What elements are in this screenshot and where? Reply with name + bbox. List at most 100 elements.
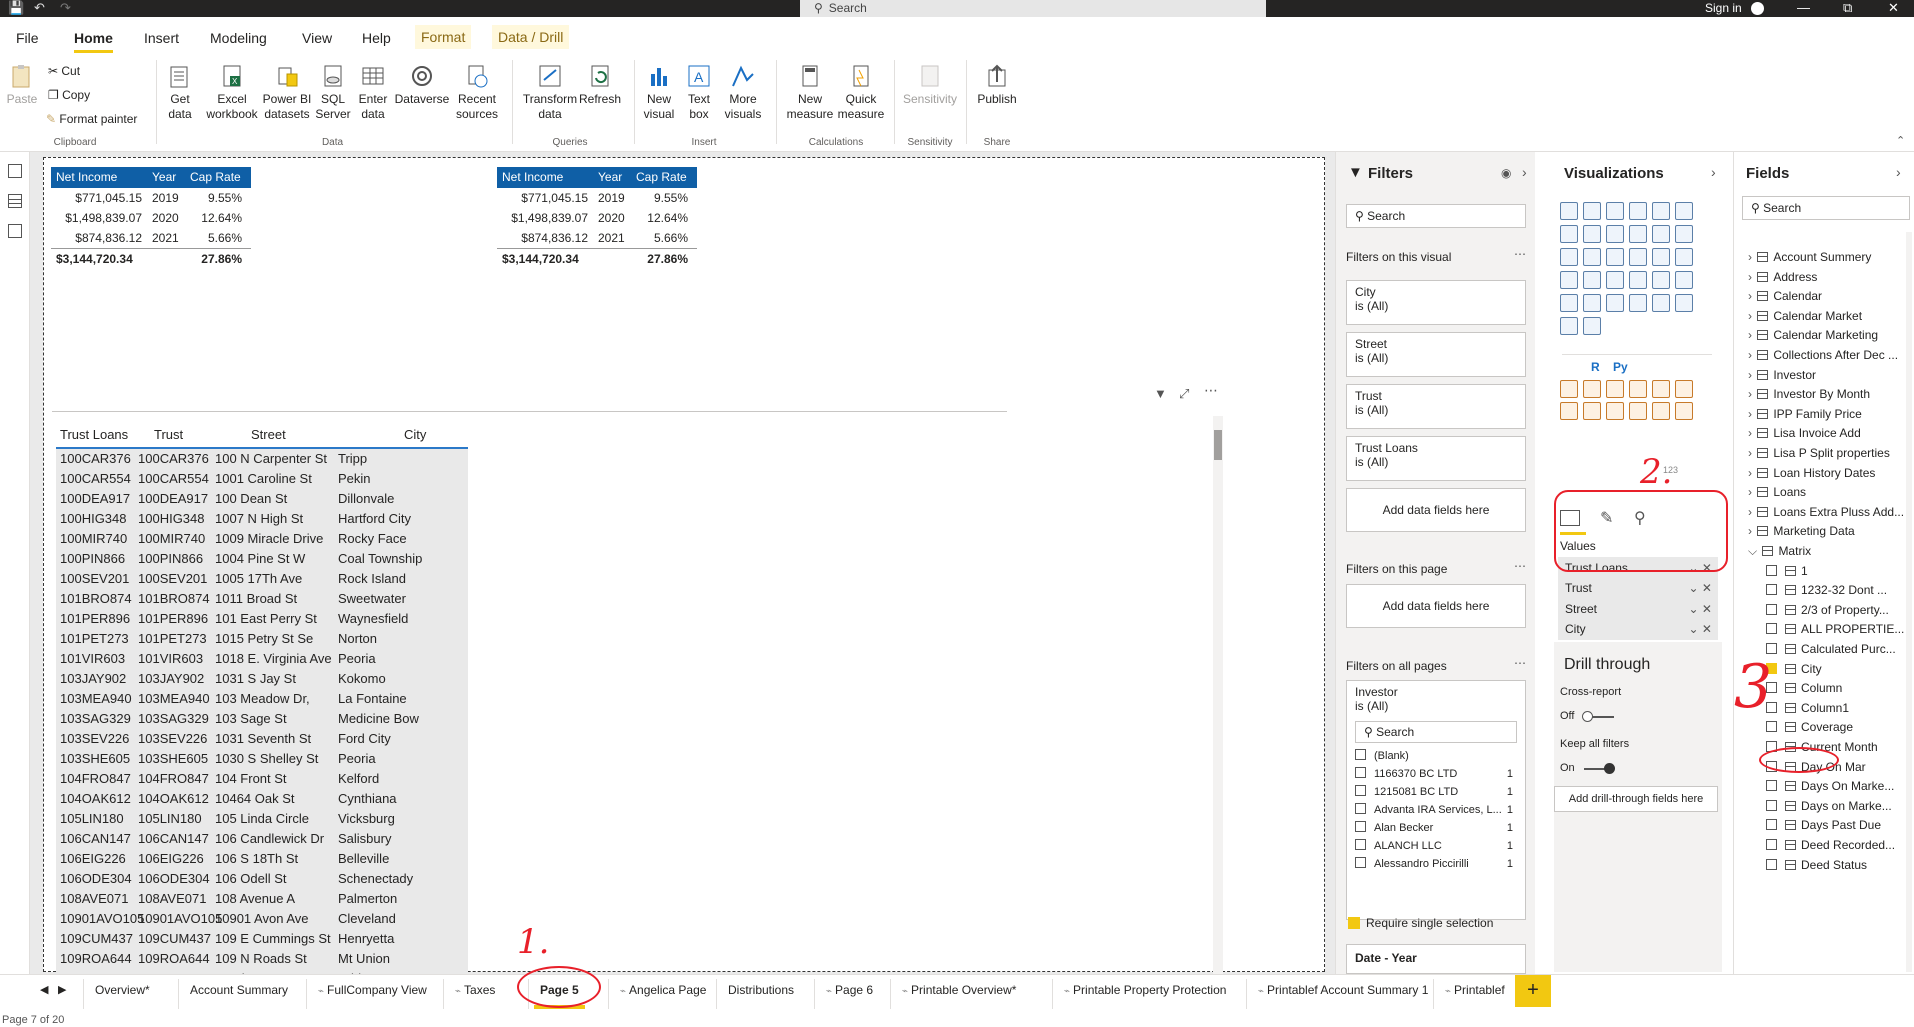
table-row[interactable]: 100PIN866 100PIN866 1004 Pine St W Coal Tow… — [56, 549, 468, 569]
recent-sources-button[interactable]: Recent sources — [452, 62, 502, 122]
table-row[interactable]: 103MEA940 103MEA940 103 Meadow Dr, La Fonta… — [56, 689, 468, 709]
field-table-item[interactable]: › Lisa Invoice Add — [1748, 426, 1861, 440]
table-row[interactable]: 104FRO847 104FRO847 104 Front St Kelford — [56, 769, 468, 789]
filter-card-trust[interactable]: Trust is (All) — [1346, 384, 1526, 429]
col-year[interactable]: Year — [147, 167, 185, 188]
table-row[interactable]: 108AVE071 108AVE071 108 Avenue A Palmerton — [56, 889, 468, 909]
field-table-item[interactable]: › Calendar Market — [1748, 309, 1862, 323]
more-icon[interactable]: ⋯ — [1514, 247, 1526, 261]
copy-button[interactable]: ❐ Copy — [48, 88, 90, 102]
expand-chevron-icon[interactable]: › — [1748, 407, 1755, 421]
collapse-viz-icon[interactable]: › — [1711, 164, 1716, 180]
field-checkbox[interactable] — [1766, 858, 1777, 870]
field-checkbox[interactable] — [1766, 780, 1777, 792]
paste-button[interactable]: Paste — [6, 62, 38, 107]
expand-chevron-icon[interactable]: › — [1748, 387, 1755, 401]
collapse-fields-icon[interactable]: › — [1896, 164, 1901, 180]
add-drill-through-field[interactable]: Add drill-through fields here — [1554, 786, 1718, 812]
visual-type-icon[interactable] — [1675, 202, 1693, 220]
tab-home[interactable]: Home — [74, 30, 113, 53]
custom-visual-icon[interactable] — [1652, 402, 1670, 420]
col-net-income[interactable]: Net Income — [497, 167, 593, 188]
visual-type-icon[interactable] — [1560, 202, 1578, 220]
visual-type-icon[interactable] — [1652, 248, 1670, 266]
table-row[interactable]: 104OAK612 104OAK612 10464 Oak St Cynthiana — [56, 789, 468, 809]
undo-icon[interactable]: ↶ — [34, 0, 45, 16]
visual-type-icon[interactable] — [1652, 225, 1670, 243]
minimize-icon[interactable]: — — [1797, 0, 1810, 15]
avatar[interactable] — [1751, 2, 1764, 15]
investor-checkbox[interactable] — [1355, 839, 1366, 850]
col-header-trust-loans[interactable]: Trust Loans — [60, 427, 128, 442]
page-tab[interactable]: ⌁ Angelica Page — [620, 983, 706, 997]
remove-icon[interactable]: ⌄ ✕ — [1689, 618, 1712, 640]
custom-visual-icon[interactable] — [1583, 380, 1601, 398]
table-row[interactable]: 103SHE605 103SHE605 1030 S Shelley St Peori… — [56, 749, 468, 769]
eye-icon[interactable]: ◉ — [1501, 166, 1511, 180]
col-cap-rate[interactable]: Cap Rate — [185, 167, 247, 188]
col-cap-rate[interactable]: Cap Rate — [631, 167, 693, 188]
custom-visual-icon[interactable] — [1629, 402, 1647, 420]
visual-type-icon[interactable] — [1675, 294, 1693, 312]
enter-data-button[interactable]: Enter data — [354, 62, 392, 122]
tab-help[interactable]: Help — [362, 30, 391, 46]
field-checkbox[interactable] — [1766, 721, 1777, 733]
investor-list-item[interactable]: (Blank) — [1355, 747, 1517, 765]
col-header-city[interactable]: City — [404, 427, 426, 442]
expand-chevron-icon[interactable]: › — [1748, 250, 1755, 264]
well-trust[interactable]: Trust ⌄ ✕ — [1558, 577, 1718, 599]
expand-chevron-icon[interactable]: › — [1748, 426, 1755, 440]
sign-in-link[interactable]: Sign in — [1705, 1, 1742, 15]
table-row[interactable]: 103SEV226 103SEV226 1031 Seventh St Ford Ci… — [56, 729, 468, 749]
table-row[interactable]: 100CAR376 100CAR376 100 N Carpenter St Trip… — [56, 449, 468, 469]
field-checkbox[interactable] — [1766, 564, 1777, 576]
custom-visual-icon[interactable] — [1606, 402, 1624, 420]
title-search-box[interactable]: ⚲ Search — [800, 0, 1266, 17]
visual-type-icon[interactable] — [1560, 317, 1578, 335]
field-table-item[interactable]: › Calendar Marketing — [1748, 328, 1878, 342]
field-table-item[interactable]: › Collections After Dec ... — [1748, 348, 1898, 362]
custom-visual-icon[interactable] — [1675, 380, 1693, 398]
field-item[interactable]: City — [1766, 662, 1822, 676]
visual-type-icon[interactable] — [1629, 294, 1647, 312]
expand-chevron-icon[interactable]: ⌵ — [1748, 544, 1760, 558]
col-year[interactable]: Year — [593, 167, 631, 188]
field-item[interactable]: 1 — [1766, 564, 1808, 578]
expand-chevron-icon[interactable]: › — [1748, 505, 1755, 519]
field-item[interactable]: Days On Marke... — [1766, 779, 1894, 793]
table-row[interactable]: 10901AVO105 10901AVO105 10901 Avon Ave Clev… — [56, 909, 468, 929]
filter-card-trust-loans[interactable]: Trust Loans is (All) — [1346, 436, 1526, 481]
investor-list-item[interactable]: Alessandro Piccirilli 1 — [1355, 855, 1517, 873]
table-row[interactable]: 106ODE304 106ODE304 106 Odell St Schenectad… — [56, 869, 468, 889]
visual-type-icon[interactable] — [1583, 317, 1601, 335]
table-row[interactable]: 109CUM437 109CUM437 109 E Cummings St Henry… — [56, 929, 468, 949]
field-item[interactable]: Days on Marke... — [1766, 799, 1892, 813]
filters-search[interactable]: ⚲ Search — [1346, 204, 1526, 228]
investor-list-item[interactable]: Alan Becker 1 — [1355, 819, 1517, 837]
field-item[interactable]: 2/3 of Property... — [1766, 603, 1889, 617]
custom-visual-icon[interactable] — [1560, 402, 1578, 420]
collapse-filters-icon[interactable]: › — [1522, 164, 1527, 180]
tab-scroll-right-icon[interactable]: ▶ — [58, 983, 66, 996]
field-item[interactable]: Coverage — [1766, 720, 1853, 734]
tab-modeling[interactable]: Modeling — [210, 30, 267, 46]
table-row[interactable]: 100HIG348 100HIG348 1007 N High St Hartford… — [56, 509, 468, 529]
visual-type-icon[interactable] — [1675, 248, 1693, 266]
table-row[interactable]: 100MIR740 100MIR740 1009 Miracle Drive Rock… — [56, 529, 468, 549]
investor-list-item[interactable]: Advanta IRA Services, L... 1 — [1355, 801, 1517, 819]
restore-icon[interactable]: ⧉ — [1843, 0, 1852, 16]
expand-chevron-icon[interactable]: › — [1748, 309, 1755, 323]
col-header-trust[interactable]: Trust — [154, 427, 183, 442]
well-street[interactable]: Street ⌄ ✕ — [1558, 598, 1718, 620]
investor-list-item[interactable]: 1215081 BC LTD 1 — [1355, 783, 1517, 801]
filter-icon[interactable]: ▼ — [1154, 386, 1167, 401]
investor-checkbox[interactable] — [1355, 821, 1366, 832]
investor-checkbox[interactable] — [1355, 803, 1366, 814]
page-tab[interactable]: ⌁ Printablef Account Summary 1 — [1258, 983, 1428, 997]
expand-chevron-icon[interactable]: › — [1748, 446, 1755, 460]
matrix-visual-right[interactable]: Net Income Year Cap Rate $771,045.15 2019 9.… — [497, 167, 697, 268]
visual-type-icon[interactable] — [1560, 294, 1578, 312]
page-tab[interactable]: ⌁ Taxes — [455, 983, 495, 997]
visual-type-icon[interactable] — [1629, 248, 1647, 266]
page-tab[interactable]: ⌁ Printable Property Protection — [1064, 983, 1226, 997]
